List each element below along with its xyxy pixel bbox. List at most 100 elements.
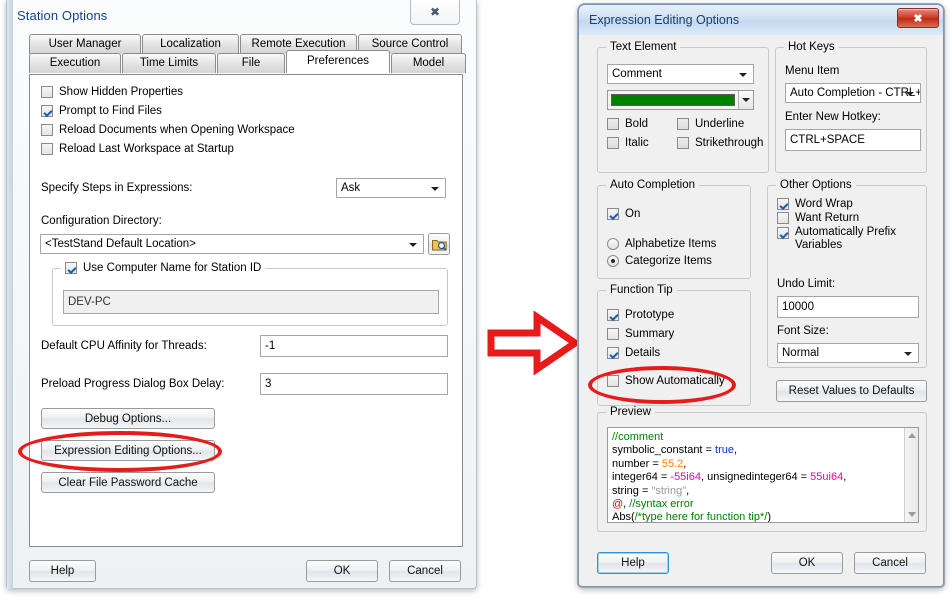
cpu-affinity-input[interactable]: -1 <box>260 335 448 357</box>
checkbox-italic[interactable]: Italic <box>607 137 677 149</box>
left-titlebar: Station Options ✖ <box>7 0 476 30</box>
station-options-dialog: Station Options ✖ User Manager Localizat… <box>6 0 477 589</box>
checkbox-underline[interactable]: Underline <box>677 118 765 130</box>
checkbox-icon <box>41 124 53 136</box>
station-id-group-caption[interactable]: Use Computer Name for Station ID <box>61 262 266 274</box>
checkbox-details[interactable]: Details <box>607 347 674 359</box>
undo-limit-input[interactable]: 10000 <box>777 296 919 318</box>
left-help-button[interactable]: Help <box>29 560 96 582</box>
station-id-caption-label: Use Computer Name for Station ID <box>83 262 262 274</box>
station-id-groupbox: Use Computer Name for Station ID DEV-PC <box>52 262 448 326</box>
enter-new-hotkey-label: Enter New Hotkey: <box>785 111 881 123</box>
checkbox-label: On <box>625 208 641 220</box>
checkbox-checked-icon[interactable] <box>65 262 77 274</box>
tab-user-manager[interactable]: User Manager <box>29 34 141 54</box>
specify-steps-label: Specify Steps in Expressions: <box>41 182 193 194</box>
tab-time-limits[interactable]: Time Limits <box>122 53 216 73</box>
specify-steps-combo[interactable]: Ask <box>336 178 446 198</box>
checkbox-word-wrap[interactable]: Word Wrap <box>777 198 917 210</box>
checkbox-label: Automatically Prefix Variables <box>795 226 896 251</box>
checkbox-checked-icon <box>607 208 619 220</box>
scroll-down-icon[interactable] <box>908 512 916 517</box>
function-tip-groupbox: Function Tip Prototype Summary Details S… <box>597 284 751 406</box>
right-cancel-button[interactable]: Cancel <box>854 552 926 574</box>
configuration-directory-combo[interactable]: <TestStand Default Location> <box>40 234 424 254</box>
checkbox-automatically-prefix-variables[interactable]: Automatically Prefix Variables <box>777 226 917 252</box>
left-ok-button[interactable]: OK <box>306 560 378 582</box>
close-icon[interactable]: ✖ <box>410 0 460 25</box>
checkbox-label: Show Automatically <box>625 375 725 387</box>
right-help-button[interactable]: Help <box>597 552 669 574</box>
radio-alphabetize-items[interactable]: Alphabetize Items <box>607 238 716 250</box>
checkbox-label: Prototype <box>625 309 675 321</box>
checkbox-label: Strikethrough <box>695 137 764 149</box>
folder-browse-icon[interactable] <box>428 233 450 255</box>
checkbox-checked-icon <box>777 227 789 239</box>
chevron-down-icon[interactable] <box>738 91 753 109</box>
tab-model[interactable]: Model <box>391 53 466 73</box>
preview-code-area[interactable]: //comment symbolic_constant = true, numb… <box>607 427 919 523</box>
radio-categorize-items[interactable]: Categorize Items <box>607 255 712 267</box>
checkbox-checked-icon <box>777 198 789 210</box>
checkbox-icon <box>607 118 619 130</box>
checkbox-icon <box>607 328 619 340</box>
scroll-up-icon[interactable] <box>908 433 916 438</box>
checkbox-label: Prompt to Find Files <box>59 105 162 117</box>
hotkey-input[interactable]: CTRL+SPACE <box>785 129 921 151</box>
text-color-picker[interactable] <box>607 90 754 110</box>
expression-editing-options-dialog: Expression Editing Options ✖ Text Elemen… <box>578 4 944 587</box>
preview-line-4: integer64 = -55i64, unsignedinteger64 = … <box>612 471 847 484</box>
checkbox-auto-completion-on[interactable]: On <box>607 208 640 220</box>
preview-line-5: string = "string", <box>612 484 690 497</box>
tab-row-2: Execution Time Limits File Preferences M… <box>29 50 466 73</box>
checkbox-icon <box>41 143 53 155</box>
close-icon[interactable]: ✖ <box>897 8 939 28</box>
checkbox-show-automatically[interactable]: Show Automatically <box>607 375 725 387</box>
checkbox-summary[interactable]: Summary <box>607 328 674 340</box>
checkbox-icon <box>607 137 619 149</box>
preview-line-2: symbolic_constant = true, <box>612 444 738 457</box>
checkbox-show-hidden-properties[interactable]: Show Hidden Properties <box>41 86 441 98</box>
preview-line-1: //comment <box>612 431 664 443</box>
font-size-label: Font Size: <box>777 325 829 337</box>
checkbox-checked-icon <box>607 309 619 321</box>
tab-localization[interactable]: Localization <box>142 34 239 54</box>
checkbox-want-return[interactable]: Want Return <box>777 212 917 224</box>
debug-options-button[interactable]: Debug Options... <box>41 408 215 429</box>
checkbox-reload-last-workspace[interactable]: Reload Last Workspace at Startup <box>41 143 441 155</box>
checkbox-bold[interactable]: Bold <box>607 118 677 130</box>
tab-preferences[interactable]: Preferences <box>286 50 390 73</box>
expression-editing-options-button[interactable]: Expression Editing Options... <box>41 440 215 461</box>
checkbox-label: Summary <box>625 328 675 340</box>
left-window-title: Station Options <box>17 7 108 23</box>
preview-scrollbar[interactable] <box>904 428 918 522</box>
checkbox-checked-icon <box>607 347 619 359</box>
checkbox-label: Bold <box>625 118 649 130</box>
tab-file[interactable]: File <box>217 53 285 73</box>
menu-item-combo[interactable]: Auto Completion - CTRL+ <box>785 83 921 103</box>
right-ok-button[interactable]: OK <box>771 552 843 574</box>
checkbox-label: Italic <box>625 137 649 149</box>
checkbox-label: Underline <box>695 118 745 130</box>
configuration-directory-label: Configuration Directory: <box>41 215 162 227</box>
reset-values-to-defaults-button[interactable]: Reset Values to Defaults <box>776 380 927 402</box>
checkbox-reload-documents[interactable]: Reload Documents when Opening Workspace <box>41 124 441 136</box>
checkbox-label: Details <box>625 347 661 359</box>
left-cancel-button[interactable]: Cancel <box>389 560 461 582</box>
preload-delay-input[interactable]: 3 <box>260 373 448 395</box>
checkbox-label: Want Return <box>795 212 860 224</box>
checkbox-strikethrough[interactable]: Strikethrough <box>677 137 765 149</box>
checkbox-icon <box>777 212 789 224</box>
left-tabstrip: User Manager Localization Remote Executi… <box>29 34 466 73</box>
checkbox-label: Reload Last Workspace at Startup <box>59 143 234 155</box>
clear-file-password-cache-button[interactable]: Clear File Password Cache <box>41 472 215 493</box>
color-swatch[interactable] <box>611 94 735 106</box>
text-element-combo[interactable]: Comment <box>607 64 754 84</box>
preview-groupbox: Preview //comment symbolic_constant = tr… <box>597 406 927 532</box>
tab-execution[interactable]: Execution <box>29 53 121 73</box>
preview-line-6: @, //syntax error <box>612 498 694 511</box>
checkbox-prototype[interactable]: Prototype <box>607 309 674 321</box>
font-size-combo[interactable]: Normal <box>777 343 919 363</box>
checkbox-prompt-to-find-files[interactable]: Prompt to Find Files <box>41 105 441 117</box>
right-window-title: Expression Editing Options <box>589 13 740 27</box>
